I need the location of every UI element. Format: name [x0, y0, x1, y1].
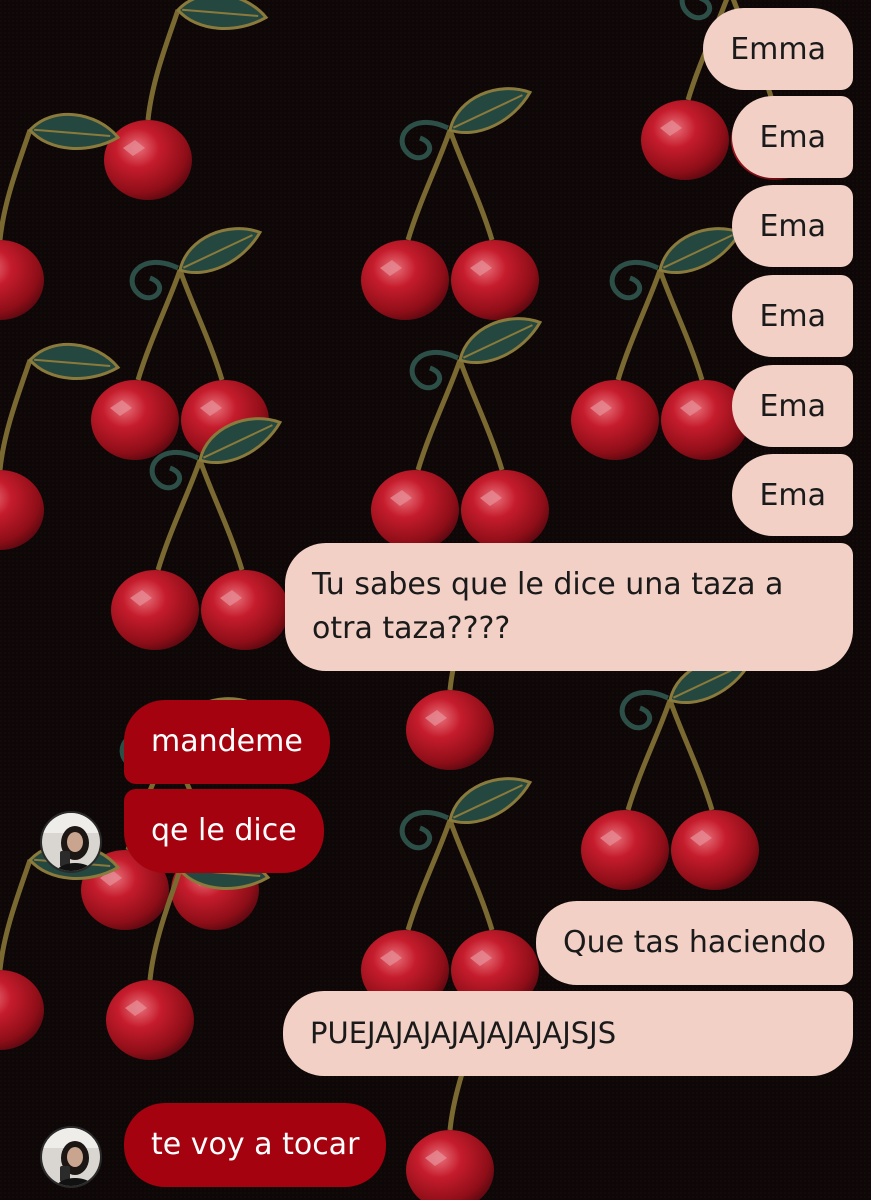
message-bubble-outgoing[interactable]: Que tas haciendo: [535, 901, 853, 985]
message-bubble-outgoing[interactable]: Ema: [732, 275, 853, 357]
contact-avatar[interactable]: [40, 811, 102, 873]
message-bubble-outgoing[interactable]: Ema: [732, 365, 853, 447]
message-bubble-incoming[interactable]: qe le dice: [124, 789, 324, 873]
contact-avatar[interactable]: [40, 1126, 102, 1188]
message-bubble-incoming[interactable]: te voy a tocar: [124, 1103, 387, 1187]
message-bubble-outgoing[interactable]: Ema: [732, 454, 853, 536]
message-bubble-incoming[interactable]: mandeme: [124, 700, 330, 784]
message-bubble-outgoing[interactable]: Ema: [732, 96, 853, 178]
chat-thread[interactable]: Emma Ema Ema Ema Ema Ema Tu sabes que le…: [0, 0, 871, 1200]
message-bubble-outgoing[interactable]: PUEJAJAJAJAJAJAJAJSJS: [283, 991, 853, 1076]
message-bubble-outgoing[interactable]: Ema: [732, 185, 853, 267]
message-bubble-outgoing[interactable]: Emma: [703, 8, 853, 90]
message-bubble-outgoing[interactable]: Tu sabes que le dice una taza a otra taz…: [285, 543, 853, 671]
